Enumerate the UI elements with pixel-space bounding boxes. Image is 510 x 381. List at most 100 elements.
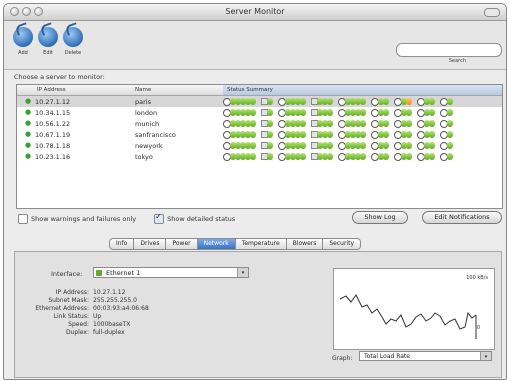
server-monitor-window: Server Monitor Add Edit Delete Search Ch… (3, 3, 507, 380)
tab-power[interactable]: Power (166, 238, 198, 250)
tab-network[interactable]: Network (197, 238, 236, 250)
server-online-icon: ● (25, 97, 32, 105)
detail-key: Speed: (68, 321, 89, 328)
detail-row: Subnet Mask: 255.255.255.0 (27, 297, 149, 305)
detail-key: Duplex: (65, 329, 89, 336)
delete-server-button[interactable]: Delete (60, 27, 86, 56)
status-indicator (383, 98, 389, 105)
server-online-icon: ● (25, 152, 32, 160)
status-indicator (267, 109, 273, 116)
status-summary (223, 119, 456, 128)
graph-type-select[interactable]: Total Load Rate ▾ (359, 351, 492, 361)
toolbar-toggle-button[interactable] (484, 8, 500, 17)
network-panel: Interface: Ethernet 1 ▾ IP Address: 10.27… (14, 251, 502, 378)
interface-select[interactable]: Ethernet 1 ▾ (93, 267, 249, 278)
status-group (371, 152, 389, 161)
server-row[interactable]: ● 10.56.1.22 munich (17, 118, 502, 129)
status-group (338, 97, 366, 106)
tab-drives[interactable]: Drives (134, 238, 167, 250)
status-indicator (360, 120, 366, 127)
status-group (394, 130, 412, 139)
server-ip: 10.23.1.16 (35, 152, 71, 161)
server-row[interactable]: ● 10.78.1.18 newyork (17, 140, 502, 151)
column-name[interactable]: Name (135, 85, 223, 95)
load-graph: 100 kB/s 0 (333, 268, 495, 350)
column-ip-address[interactable]: IP Address (17, 85, 135, 95)
server-add-icon (13, 27, 33, 47)
tab-info[interactable]: Info (109, 238, 135, 250)
zoom-window-button[interactable] (34, 7, 43, 16)
status-indicator (267, 153, 273, 160)
status-indicator (300, 142, 306, 149)
server-name: paris (135, 97, 151, 106)
edit-server-button[interactable]: Edit (35, 27, 61, 56)
search-input[interactable] (396, 43, 502, 57)
status-indicator (360, 109, 366, 116)
status-indicator (300, 98, 306, 105)
status-group (338, 119, 366, 128)
status-group (394, 119, 412, 128)
column-status-summary[interactable]: Status Summary (223, 85, 502, 95)
minimize-window-button[interactable] (22, 7, 31, 16)
status-indicator (406, 131, 412, 138)
status-group (223, 108, 256, 117)
server-row[interactable]: ● 10.23.1.16 tokyo (17, 151, 502, 162)
close-window-button[interactable] (10, 7, 19, 16)
detail-row: Speed: 1000baseTX (27, 321, 149, 329)
server-edit-icon (38, 27, 58, 47)
server-delete-icon (63, 27, 83, 47)
status-group (311, 109, 333, 116)
server-online-icon: ● (25, 119, 32, 127)
graph-type-label: Graph: (332, 355, 353, 362)
status-indicator (250, 109, 256, 116)
delete-label: Delete (64, 50, 82, 56)
status-indicator (250, 153, 256, 160)
server-name: london (135, 108, 158, 117)
tab-temperature[interactable]: Temperature (235, 238, 287, 250)
status-indicator (429, 120, 435, 127)
title-bar[interactable]: Server Monitor (4, 4, 506, 21)
server-row[interactable]: ● 10.34.1.15 london (17, 107, 502, 118)
status-group (417, 108, 435, 117)
status-indicator (383, 131, 389, 138)
status-group (311, 120, 333, 127)
status-group (371, 141, 389, 150)
status-group (261, 142, 273, 149)
load-graph-line (339, 294, 477, 330)
detail-row: Link Status: Up (27, 313, 149, 321)
tab-blowers[interactable]: Blowers (286, 238, 324, 250)
status-summary (223, 130, 456, 139)
server-row[interactable]: ● 10.67.1.19 sanfrancisco (17, 129, 502, 140)
detailed-status-checkbox[interactable]: Show detailed status (154, 212, 235, 224)
status-indicator (267, 98, 273, 105)
detail-value: full-duplex (93, 329, 125, 336)
status-group (311, 131, 333, 138)
add-server-button[interactable]: Add (10, 27, 36, 56)
status-group (278, 119, 306, 128)
warnings-only-checkbox[interactable]: Show warnings and failures only (18, 214, 136, 224)
status-group (223, 152, 256, 161)
tab-security[interactable]: Security (323, 238, 361, 250)
status-group (223, 97, 256, 106)
status-indicator (300, 131, 306, 138)
status-group (223, 130, 256, 139)
server-name: newyork (135, 141, 163, 150)
status-group (417, 130, 435, 139)
status-indicator (327, 153, 333, 160)
chevron-down-icon: ▾ (237, 268, 248, 277)
detail-tabs: Info Drives Power Network Temperature Bl… (109, 238, 361, 250)
detail-value: 1000baseTX (93, 321, 131, 328)
show-log-button[interactable]: Show Log (352, 211, 408, 224)
status-group (223, 119, 256, 128)
status-group (261, 120, 273, 127)
status-group (278, 97, 306, 106)
status-indicator (447, 120, 453, 127)
status-indicator (327, 131, 333, 138)
status-group (417, 97, 435, 106)
status-group (261, 98, 273, 105)
status-group (440, 130, 453, 139)
status-group (417, 141, 435, 150)
edit-notifications-button[interactable]: Edit Notifications (422, 211, 502, 224)
server-row[interactable]: ● 10.27.1.12 paris (17, 96, 502, 107)
detail-row: Duplex: full-duplex (27, 329, 149, 337)
